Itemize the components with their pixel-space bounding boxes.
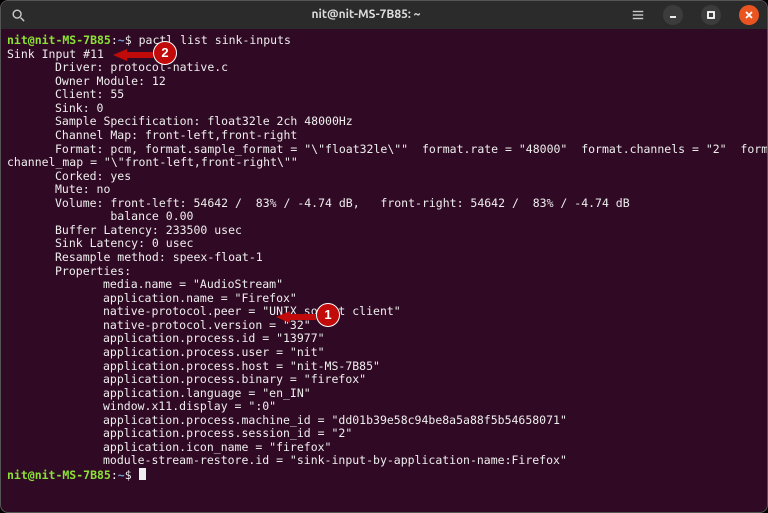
- sink-input-heading: Sink Input #11: [7, 48, 761, 62]
- terminal-body[interactable]: nit@nit-MS-7B85:~$ pactl list sink-input…: [1, 29, 767, 512]
- output-line: Driver: protocol-native.c: [7, 61, 761, 75]
- property-line: application.process.session_id = "2": [7, 427, 761, 441]
- property-line: application.process.user = "nit": [7, 346, 761, 360]
- close-button[interactable]: [739, 5, 759, 25]
- window-controls: [631, 5, 767, 25]
- output-line: Client: 55: [7, 88, 761, 102]
- output-line: Owner Module: 12: [7, 75, 761, 89]
- output-line: Sink Latency: 0 usec: [7, 237, 761, 251]
- prompt-userhost: nit@nit-MS-7B85: [7, 33, 111, 47]
- property-line: application.name = "Firefox": [7, 292, 761, 306]
- titlebar: nit@nit-MS-7B85: ~: [1, 1, 767, 29]
- output-line: balance 0.00: [7, 210, 761, 224]
- output-line: Properties:: [7, 265, 761, 279]
- cursor: [139, 468, 146, 480]
- property-line: application.icon_name = "firefox": [7, 441, 761, 455]
- property-line: application.process.binary = "firefox": [7, 373, 761, 387]
- property-line: application.process.host = "nit-MS-7B85": [7, 360, 761, 374]
- maximize-button[interactable]: [701, 5, 721, 25]
- output-line: Format: pcm, format.sample_format = "\"f…: [7, 143, 761, 157]
- window-title: nit@nit-MS-7B85: ~: [101, 8, 631, 22]
- command-text: pactl list sink-inputs: [139, 33, 291, 47]
- output-line: Volume: front-left: 54642 / 83% / -4.74 …: [7, 197, 761, 211]
- prompt-line: nit@nit-MS-7B85:~$ pactl list sink-input…: [7, 34, 761, 48]
- prompt-line: nit@nit-MS-7B85:~$: [7, 468, 761, 483]
- output-line: Resample method: speex-float-1: [7, 251, 761, 265]
- output-line: channel_map = "\"front-left,front-right\…: [7, 156, 761, 170]
- search-icon[interactable]: [11, 8, 25, 22]
- property-line: application.process.id = "13977": [7, 332, 761, 346]
- output-line: Sample Specification: float32le 2ch 4800…: [7, 115, 761, 129]
- property-line: module-stream-restore.id = "sink-input-b…: [7, 454, 761, 468]
- output-line: Corked: yes: [7, 170, 761, 184]
- output-line: Channel Map: front-left,front-right: [7, 129, 761, 143]
- output-line: Buffer Latency: 233500 usec: [7, 224, 761, 238]
- menu-icon[interactable]: [631, 8, 645, 22]
- property-line: media.name = "AudioStream": [7, 278, 761, 292]
- property-line: native-protocol.peer = "UNIX socket clie…: [7, 305, 761, 319]
- minimize-button[interactable]: [663, 5, 683, 25]
- prompt-path: ~: [118, 33, 125, 47]
- property-line: window.x11.display = ":0": [7, 400, 761, 414]
- property-line: application.language = "en_IN": [7, 387, 761, 401]
- property-line: application.process.machine_id = "dd01b3…: [7, 414, 761, 428]
- output-line: Mute: no: [7, 183, 761, 197]
- property-line: native-protocol.version = "32": [7, 319, 761, 333]
- output-line: Sink: 0: [7, 102, 761, 116]
